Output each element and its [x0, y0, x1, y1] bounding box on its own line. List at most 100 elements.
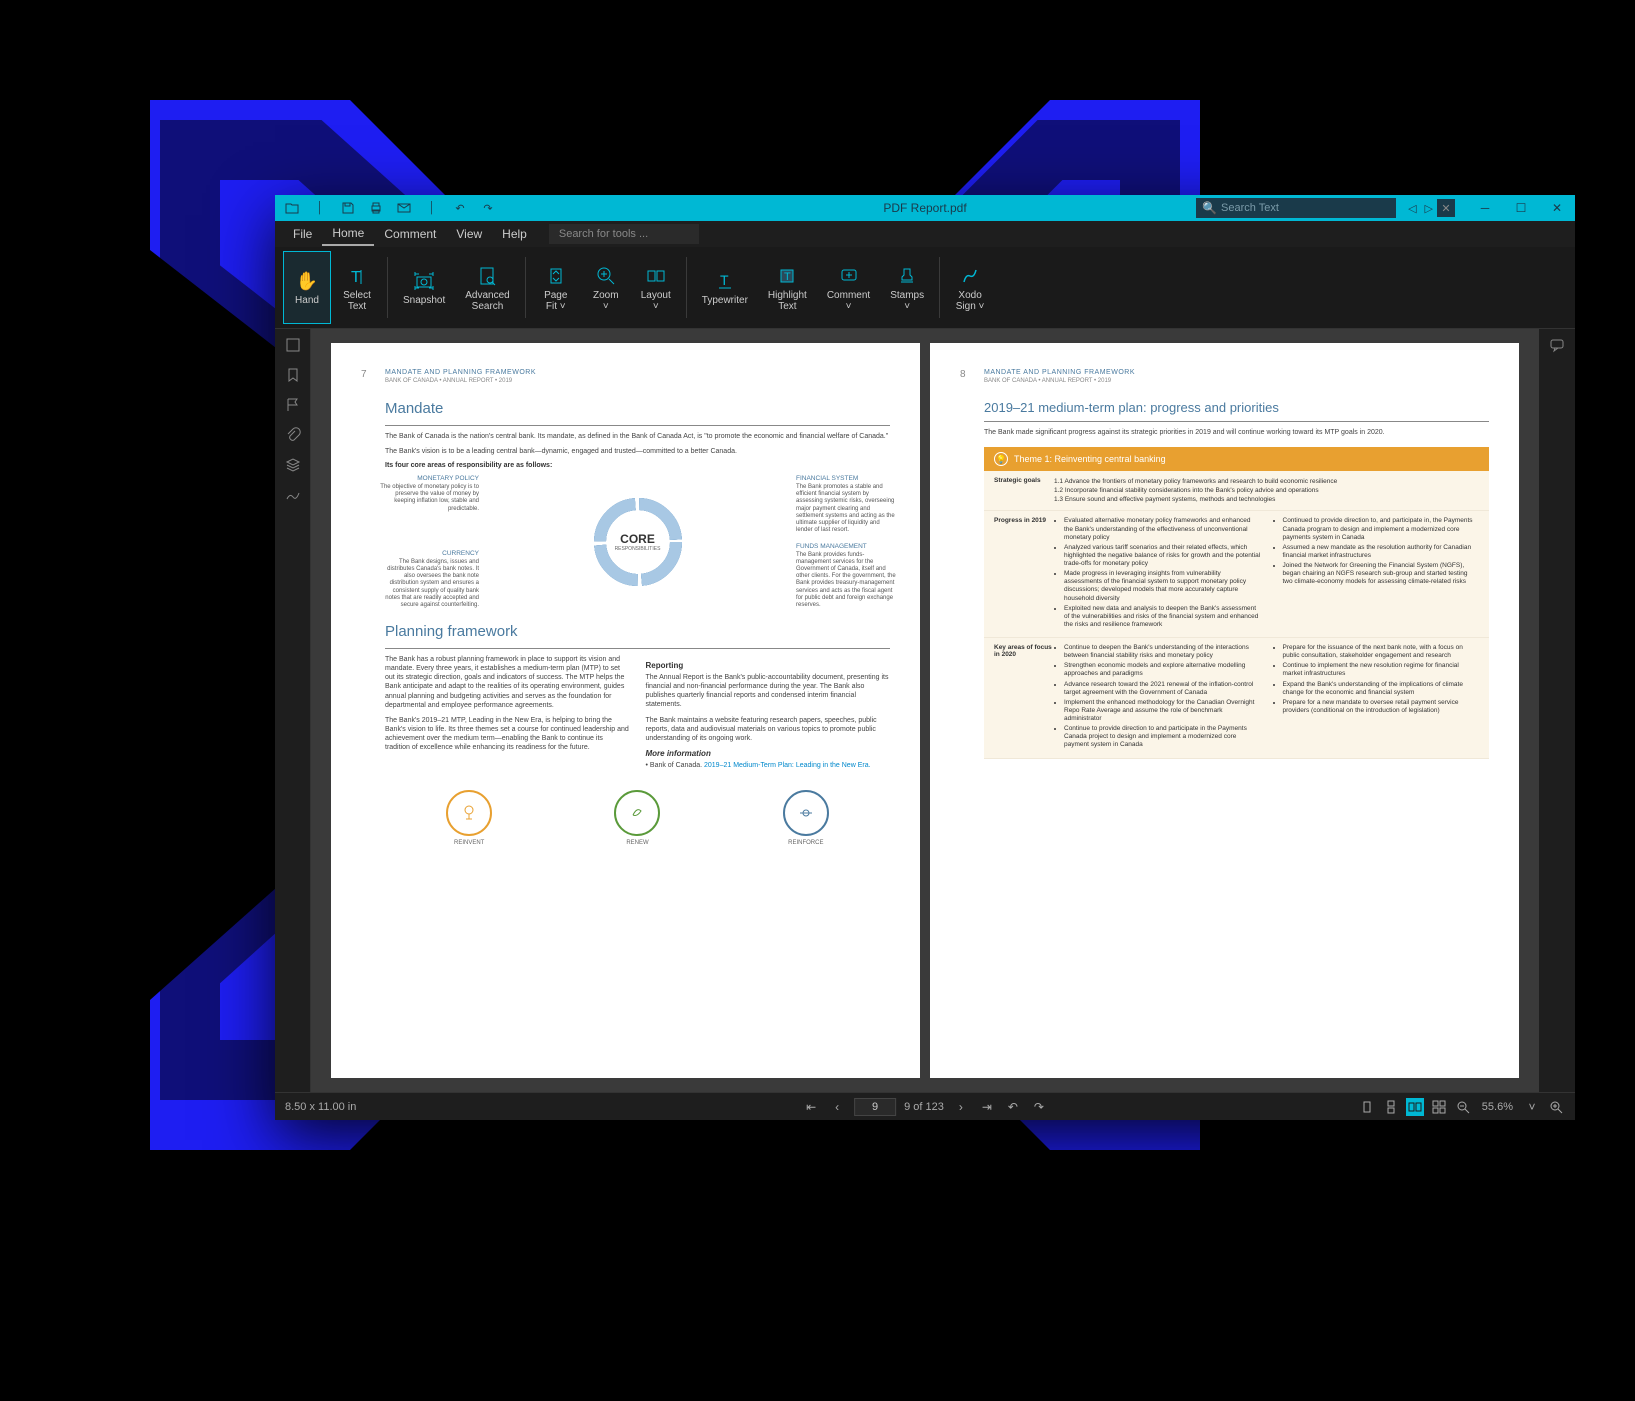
page-fit-icon	[544, 264, 568, 288]
comment-plus-icon	[837, 264, 861, 288]
menu-home[interactable]: Home	[322, 222, 374, 246]
search-prev-icon[interactable]: ◁	[1408, 202, 1416, 215]
lightbulb-icon: 💡	[994, 452, 1008, 466]
core-diagram: CORE RESPONSIBILITIES MONETARY POLICYThe…	[385, 477, 890, 607]
stamps-tool[interactable]: Stamps˅	[881, 251, 933, 324]
zoom-out-icon[interactable]	[1454, 1098, 1472, 1116]
layout-icon	[644, 264, 668, 288]
first-page-icon[interactable]: ⇤	[802, 1098, 820, 1116]
camera-icon	[412, 269, 436, 293]
thumbnails-icon[interactable]	[283, 335, 303, 355]
snapshot-tool[interactable]: Snapshot	[394, 251, 454, 324]
zoom-icon	[594, 264, 618, 288]
facing-continuous-icon[interactable]	[1430, 1098, 1448, 1116]
theme-bar: 💡 Theme 1: Reinventing central banking	[984, 447, 1489, 471]
page-right: 8 MANDATE AND PLANNING FRAMEWORK BANK OF…	[930, 343, 1519, 1078]
page-counter: 9 of 123	[904, 1101, 944, 1113]
running-header: MANDATE AND PLANNING FRAMEWORK	[385, 369, 890, 376]
ribbon: ✋ Hand T Select Text Snapshot Advanced S…	[275, 247, 1575, 329]
running-subheader: BANK OF CANADA • ANNUAL REPORT • 2019	[984, 378, 1489, 384]
maximize-button[interactable]: ☐	[1503, 195, 1539, 221]
mandate-para-1: The Bank of Canada is the nation's centr…	[385, 432, 890, 441]
right-sidebar	[1539, 329, 1575, 1092]
xodo-sign-tool[interactable]: Xodo Sign ˅	[946, 251, 994, 324]
core-center: CORE	[615, 532, 661, 546]
svg-text:T: T	[720, 272, 729, 288]
hand-tool[interactable]: ✋ Hand	[283, 251, 331, 324]
statusbar: 8.50 x 11.00 in ⇤ ‹ 9 of 123 › ⇥ ↶ ↷ 55.…	[275, 1092, 1575, 1120]
running-header: MANDATE AND PLANNING FRAMEWORK	[984, 369, 1489, 376]
mandate-para-2: The Bank's vision is to be a leading cen…	[385, 447, 890, 456]
titlebar-divider: │	[313, 201, 327, 215]
nav-forward-icon[interactable]: ↷	[1030, 1098, 1048, 1116]
close-button[interactable]: ✕	[1539, 195, 1575, 221]
heading-planning: Planning framework	[385, 623, 890, 640]
titlebar: │ │ ↶ ↷ PDF Report.pdf 🔍 Search Text ◁ ▷…	[275, 195, 1575, 221]
search-text-input[interactable]: 🔍 Search Text	[1196, 198, 1396, 218]
single-page-view-icon[interactable]	[1358, 1098, 1376, 1116]
left-sidebar	[275, 329, 311, 1092]
document-title: PDF Report.pdf	[883, 201, 966, 215]
page-number: 7	[361, 369, 367, 380]
hand-icon: ✋	[295, 269, 319, 293]
page-fit-tool[interactable]: Page Fit ˅	[532, 251, 580, 324]
nav-back-icon[interactable]: ↶	[1004, 1098, 1022, 1116]
app-window: │ │ ↶ ↷ PDF Report.pdf 🔍 Search Text ◁ ▷…	[275, 195, 1575, 1120]
menu-help[interactable]: Help	[492, 223, 537, 245]
heading-plan: 2019–21 medium-term plan: progress and p…	[984, 400, 1489, 415]
redo-icon[interactable]: ↷	[481, 201, 495, 215]
last-page-icon[interactable]: ⇥	[978, 1098, 996, 1116]
bookmark-icon[interactable]	[283, 365, 303, 385]
page-left: 7 MANDATE AND PLANNING FRAMEWORK BANK OF…	[331, 343, 920, 1078]
undo-icon[interactable]: ↶	[453, 201, 467, 215]
save-icon[interactable]	[341, 201, 355, 215]
search-close-icon[interactable]: ✕	[1437, 199, 1455, 217]
next-page-icon[interactable]: ›	[952, 1098, 970, 1116]
core-center-sub: RESPONSIBILITIES	[615, 546, 661, 552]
open-icon[interactable]	[285, 201, 299, 215]
zoom-in-icon[interactable]	[1547, 1098, 1565, 1116]
layout-tool[interactable]: Layout˅	[632, 251, 680, 324]
comment-tool[interactable]: Comment˅	[818, 251, 879, 324]
page-number: 8	[960, 369, 966, 380]
page-number-input[interactable]	[854, 1098, 896, 1116]
facing-view-icon[interactable]	[1406, 1098, 1424, 1116]
continuous-view-icon[interactable]	[1382, 1098, 1400, 1116]
running-subheader: BANK OF CANADA • ANNUAL REPORT • 2019	[385, 378, 890, 384]
pen-icon	[958, 264, 982, 288]
mandate-bold: Its four core areas of responsibility ar…	[385, 462, 890, 469]
signature-panel-icon[interactable]	[283, 485, 303, 505]
attachment-icon[interactable]	[283, 425, 303, 445]
menu-file[interactable]: File	[283, 223, 322, 245]
email-icon[interactable]	[397, 201, 411, 215]
typewriter-tool[interactable]: T Typewriter	[693, 251, 757, 324]
prev-page-icon[interactable]: ‹	[828, 1098, 846, 1116]
minimize-button[interactable]: ─	[1467, 195, 1503, 221]
flag-icon[interactable]	[283, 395, 303, 415]
search-icon: 🔍	[1202, 201, 1217, 215]
tool-search-input[interactable]: Search for tools ...	[549, 224, 699, 244]
menubar: File Home Comment View Help Search for t…	[275, 221, 1575, 247]
svg-text:T: T	[351, 269, 361, 286]
document-viewport[interactable]: 7 MANDATE AND PLANNING FRAMEWORK BANK OF…	[311, 329, 1539, 1092]
stamp-icon	[895, 264, 919, 288]
print-icon[interactable]	[369, 201, 383, 215]
page-dimensions: 8.50 x 11.00 in	[285, 1101, 356, 1113]
search-next-icon[interactable]: ▷	[1425, 202, 1433, 215]
theme-icons: REINVENT RENEW REINFORCE	[385, 790, 890, 846]
comments-panel-icon[interactable]	[1547, 335, 1567, 355]
layers-icon[interactable]	[283, 455, 303, 475]
svg-text:T: T	[784, 271, 791, 283]
zoom-dropdown-icon[interactable]: ˅	[1523, 1098, 1541, 1116]
heading-mandate: Mandate	[385, 400, 890, 417]
advanced-search-tool[interactable]: Advanced Search	[456, 251, 518, 324]
menu-view[interactable]: View	[446, 223, 492, 245]
highlight-tool[interactable]: T Highlight Text	[759, 251, 816, 324]
zoom-level[interactable]: 55.6%	[1478, 1101, 1517, 1113]
typewriter-icon: T	[713, 269, 737, 293]
titlebar-divider-2: │	[425, 201, 439, 215]
select-text-tool[interactable]: T Select Text	[333, 251, 381, 324]
zoom-tool[interactable]: Zoom˅	[582, 251, 630, 324]
menu-comment[interactable]: Comment	[374, 223, 446, 245]
main-area: 7 MANDATE AND PLANNING FRAMEWORK BANK OF…	[275, 329, 1575, 1092]
